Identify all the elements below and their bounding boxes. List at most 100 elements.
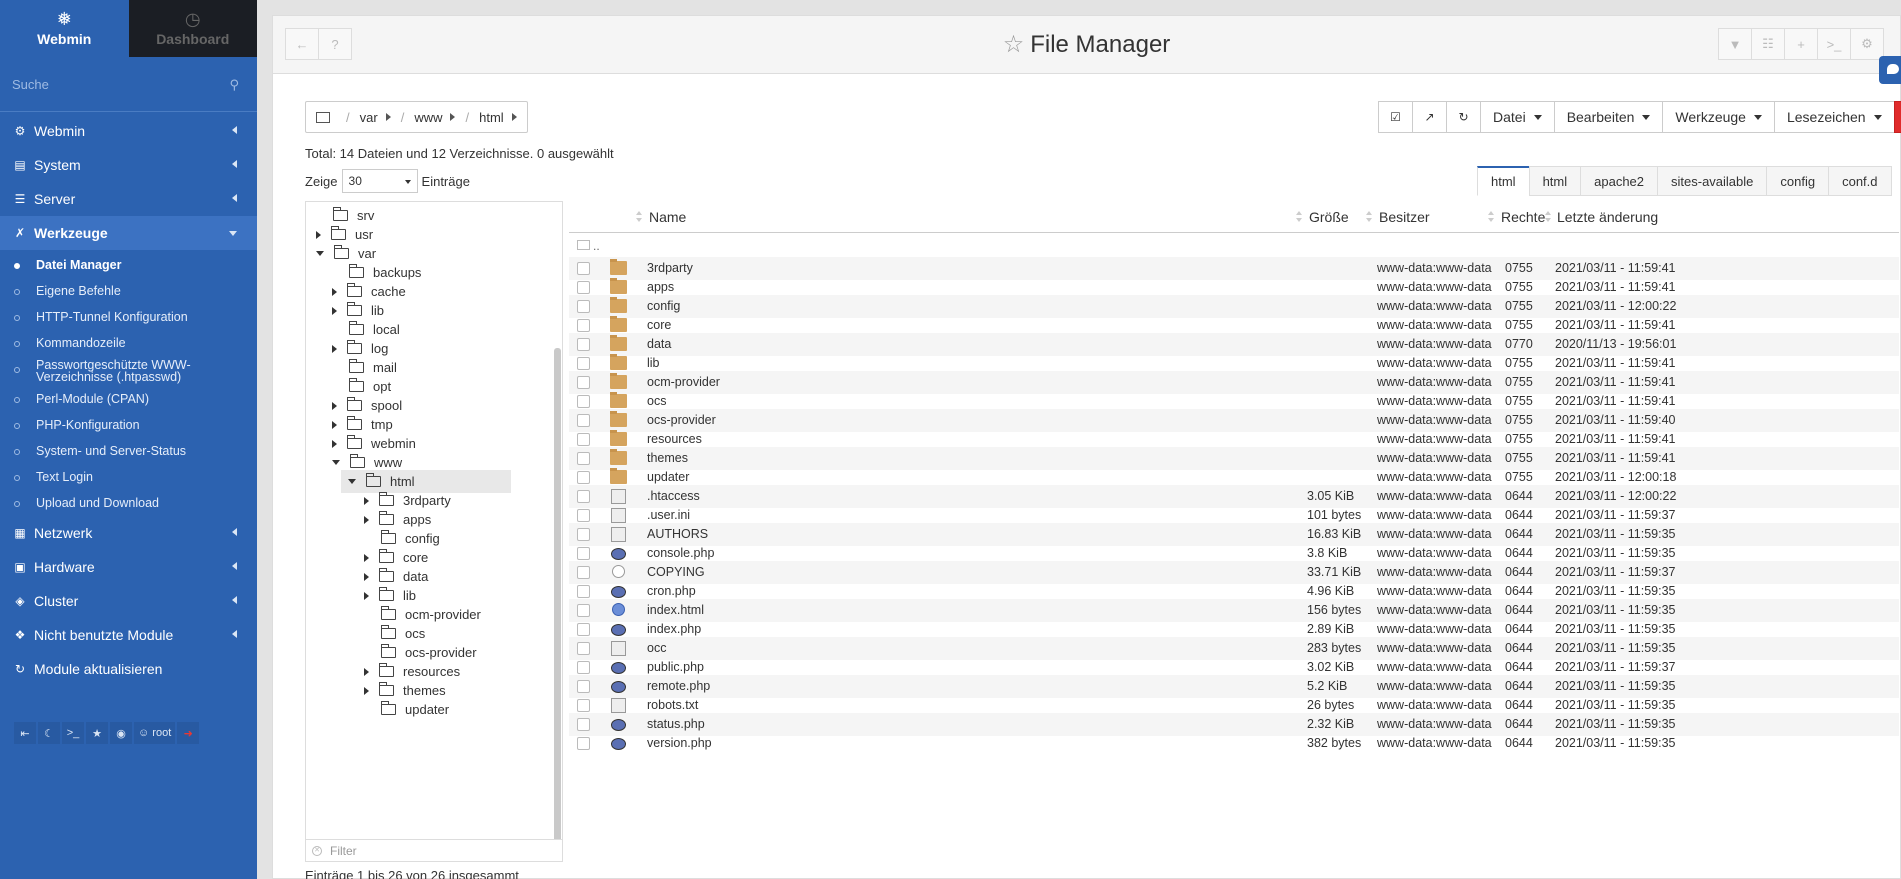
star-outline-icon[interactable]: ☆ [1003,31,1025,58]
page-size-select[interactable]: 30 [341,169,418,193]
sort-icon[interactable] [1296,211,1303,223]
caret-right-icon[interactable] [316,230,321,239]
category-hardware[interactable]: ▣ Hardware [0,550,257,584]
row-checkbox[interactable] [577,623,590,636]
sidebar-item-http-tunnel[interactable]: HTTP-Tunnel Konfiguration [0,304,257,330]
sidebar-search-input[interactable] [12,76,245,92]
tab-webmin[interactable]: ❅ Webmin [0,0,129,57]
breadcrumb-www[interactable]: www [414,110,442,125]
parent-directory-row[interactable]: .. [569,234,1899,257]
filter-icon[interactable]: ▼ [1718,28,1752,60]
file-name[interactable]: remote.php [647,679,710,693]
row-checkbox[interactable] [577,604,590,617]
file-name[interactable]: core [647,318,671,332]
tree-filter-input[interactable]: Filter [330,844,357,858]
file-name[interactable]: AUTHORS [647,527,708,541]
column-permissions[interactable]: Rechte [1501,209,1545,225]
path-tab[interactable]: sites-available [1657,166,1768,196]
file-name[interactable]: console.php [647,546,714,560]
caret-right-icon[interactable] [332,439,337,448]
caret-right-icon[interactable] [364,667,369,676]
sort-icon[interactable] [1366,211,1373,223]
file-name[interactable]: data [647,337,671,351]
file-name[interactable]: updater [647,470,689,484]
sidebar-item-php-konfiguration[interactable]: PHP-Konfiguration [0,412,257,438]
column-size[interactable]: Größe [1309,209,1349,225]
columns-icon[interactable]: ☷ [1751,28,1785,60]
collapse-icon[interactable]: ⇤ [14,722,36,744]
category-server[interactable]: ☰ Server [0,182,257,216]
row-checkbox[interactable] [577,300,590,313]
chat-icon[interactable] [1879,56,1901,84]
breadcrumb-html[interactable]: html [479,110,504,125]
file-name[interactable]: apps [647,280,674,294]
row-checkbox[interactable] [577,376,590,389]
file-name[interactable]: ocs-provider [647,413,716,427]
file-name[interactable]: index.php [647,622,701,636]
plus-icon[interactable]: + [1784,28,1818,60]
star-icon[interactable]: ★ [86,722,108,744]
row-checkbox[interactable] [577,547,590,560]
refresh-icon[interactable]: ↻ [1446,101,1481,133]
tree-scrollbar[interactable] [554,348,561,860]
file-name[interactable]: public.php [647,660,704,674]
tree-node[interactable]: updater [306,698,506,721]
caret-down-icon[interactable] [316,251,324,256]
moon-icon[interactable]: ☾ [38,722,60,744]
sidebar-item-kommandozeile[interactable]: Kommandozeile [0,330,257,356]
row-checkbox[interactable] [577,699,590,712]
palette-icon[interactable]: ◉ [110,722,132,744]
sort-icon[interactable] [1545,211,1552,223]
caret-right-icon[interactable] [511,113,517,121]
file-name[interactable]: ocs [647,394,666,408]
tab-dashboard[interactable]: ◷ Dashboard [128,0,257,57]
sidebar-item-system-status[interactable]: System- und Server-Status [0,438,257,464]
sidebar-item-text-login[interactable]: Text Login [0,464,257,490]
datei-menu-button[interactable]: Datei [1480,101,1555,133]
row-checkbox[interactable] [577,642,590,655]
row-checkbox[interactable] [577,262,590,275]
file-name[interactable]: ocm-provider [647,375,720,389]
caret-right-icon[interactable] [364,553,369,562]
logout-icon[interactable]: ➜ [177,722,200,744]
file-name[interactable]: themes [647,451,688,465]
row-checkbox[interactable] [577,414,590,427]
file-name[interactable]: lib [647,356,660,370]
row-checkbox[interactable] [577,566,590,579]
category-unused-modules[interactable]: ❖ Nicht benutzte Module [0,618,257,652]
path-tab[interactable]: conf.d [1828,166,1892,196]
file-name[interactable]: version.php [647,736,712,750]
werkzeuge-menu-button[interactable]: Werkzeuge [1662,101,1775,133]
file-name[interactable]: index.html [647,603,704,617]
caret-right-icon[interactable] [332,420,337,429]
caret-right-icon[interactable] [364,591,369,600]
caret-right-icon[interactable] [364,686,369,695]
row-checkbox[interactable] [577,680,590,693]
file-name[interactable]: resources [647,432,702,446]
bearbeiten-menu-button[interactable]: Bearbeiten [1553,101,1664,133]
caret-right-icon[interactable] [332,287,337,296]
category-cluster[interactable]: ◈ Cluster [0,584,257,618]
sort-icon[interactable] [636,211,643,223]
breadcrumb-var[interactable]: var [360,110,378,125]
caret-right-icon[interactable] [385,113,391,121]
table-row[interactable]: version.php 382 bytes www-data:www-data 064… [569,732,1899,755]
caret-right-icon[interactable] [332,344,337,353]
sidebar-item-htpasswd[interactable]: Passwortgeschützte WWW-Verzeichnisse (.h… [0,356,257,386]
row-checkbox[interactable] [577,661,590,674]
row-checkbox[interactable] [577,528,590,541]
path-tab[interactable]: config [1766,166,1830,196]
share-icon[interactable]: ↗ [1412,101,1447,133]
row-checkbox[interactable] [577,433,590,446]
sidebar-item-datei-manager[interactable]: Datei Manager [0,252,257,278]
column-name[interactable]: Name [649,209,686,225]
row-checkbox[interactable] [577,509,590,522]
category-werkzeuge[interactable]: ✗ Werkzeuge [0,216,257,250]
column-owner[interactable]: Besitzer [1379,209,1430,225]
search-icon[interactable]: ⚲ [229,77,239,93]
row-checkbox[interactable] [577,585,590,598]
clear-icon[interactable]: ✕ [312,845,322,856]
folder-tree-icon[interactable] [316,111,330,123]
row-checkbox[interactable] [577,490,590,503]
sidebar-item-upload-download[interactable]: Upload und Download [0,490,257,516]
